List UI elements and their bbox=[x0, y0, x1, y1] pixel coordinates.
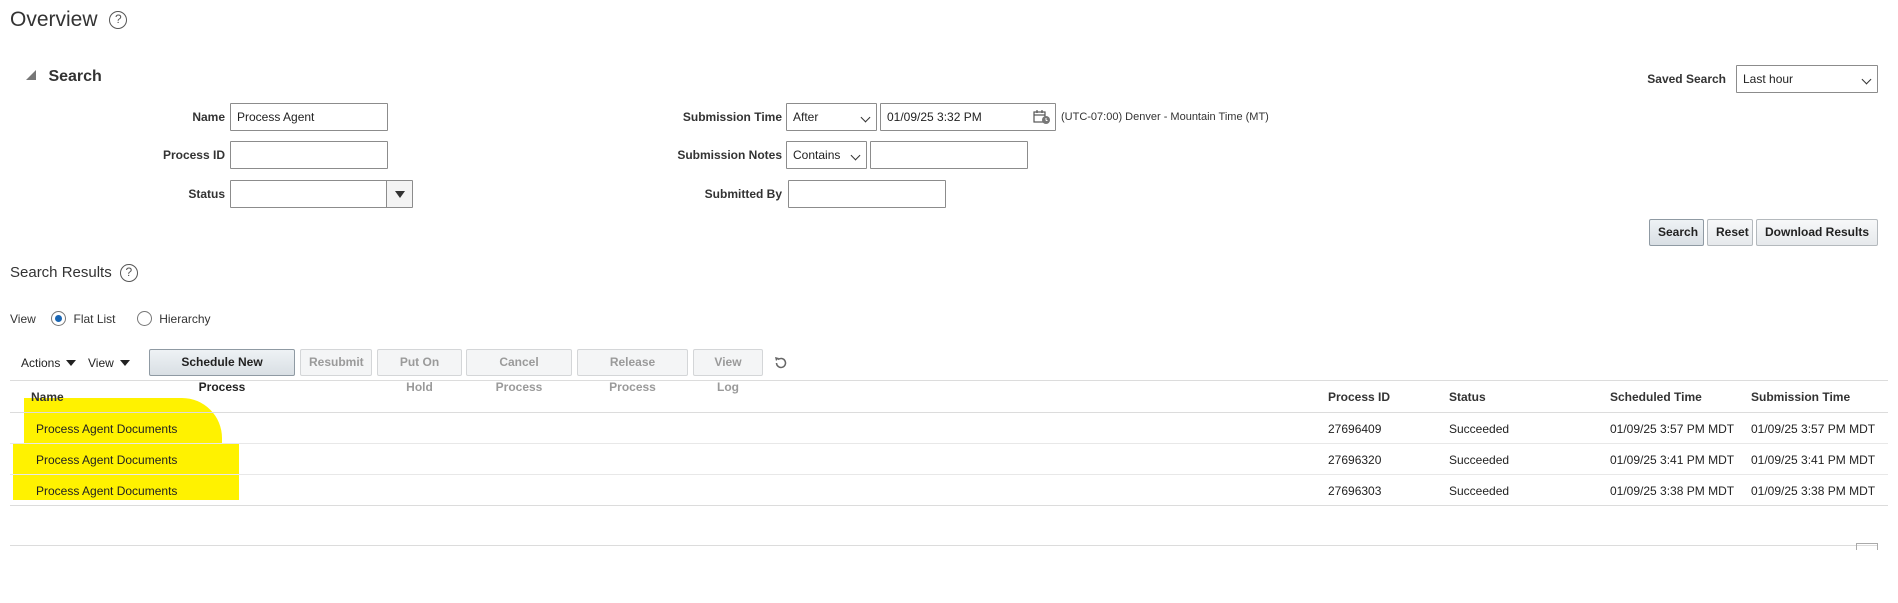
submission-time-cell: 01/09/25 3:41 PM MDT bbox=[1751, 453, 1876, 467]
put-on-hold-button[interactable]: Put On Hold bbox=[377, 349, 462, 394]
scheduled-time-cell: 01/09/25 3:41 PM MDT bbox=[1610, 453, 1735, 467]
resubmit-button[interactable]: Resubmit bbox=[300, 349, 372, 376]
table-top-border bbox=[10, 380, 1888, 381]
view-log-button[interactable]: View Log bbox=[693, 349, 763, 394]
collapse-triangle-icon[interactable] bbox=[26, 70, 36, 80]
view-mode-group: View Flat List Hierarchy bbox=[10, 311, 211, 326]
chevron-down-icon bbox=[850, 150, 861, 161]
column-header-status[interactable]: Status bbox=[1449, 390, 1486, 404]
saved-search-label: Saved Search bbox=[1647, 72, 1726, 86]
hierarchy-radio[interactable] bbox=[136, 311, 152, 326]
submitted-by-label: Submitted By bbox=[704, 187, 782, 201]
schedule-new-process-button[interactable]: Schedule New Process bbox=[149, 349, 295, 394]
submission-time-cell: 01/09/25 3:38 PM MDT bbox=[1751, 484, 1876, 498]
column-header-scheduled-time[interactable]: Scheduled Time bbox=[1610, 390, 1702, 404]
process-name-link[interactable]: Process Agent Documents bbox=[36, 453, 177, 467]
cancel-process-button[interactable]: Cancel Process bbox=[466, 349, 572, 394]
search-results-header: Search Results ? bbox=[10, 264, 138, 283]
submission-notes-input[interactable] bbox=[870, 141, 1028, 169]
table-bottom-border bbox=[10, 505, 1888, 506]
footer-divider bbox=[10, 545, 1878, 546]
flat-list-radio[interactable] bbox=[51, 311, 67, 326]
column-header-process-id[interactable]: Process ID bbox=[1328, 390, 1390, 404]
submission-notes-label: Submission Notes bbox=[677, 148, 782, 162]
page-title: Overview ? bbox=[10, 8, 128, 32]
actions-menu[interactable]: Actions bbox=[21, 356, 77, 370]
scroll-handle[interactable] bbox=[1856, 543, 1878, 550]
process-id-cell: 27696409 bbox=[1328, 422, 1382, 436]
help-icon[interactable]: ? bbox=[119, 264, 138, 283]
status-cell: Succeeded bbox=[1449, 453, 1510, 467]
scheduled-time-cell: 01/09/25 3:38 PM MDT bbox=[1610, 484, 1735, 498]
flat-list-label[interactable]: Flat List bbox=[73, 312, 115, 326]
submission-time-input[interactable]: 01/09/25 3:32 PM bbox=[880, 103, 1056, 131]
scheduled-time-cell: 01/09/25 3:57 PM MDT bbox=[1610, 422, 1735, 436]
status-dropdown-button[interactable] bbox=[386, 181, 412, 207]
process-name-link[interactable]: Process Agent Documents bbox=[36, 422, 177, 436]
chevron-down-icon bbox=[860, 112, 871, 123]
name-input[interactable]: Process Agent bbox=[230, 103, 388, 131]
column-header-submission-time[interactable]: Submission Time bbox=[1751, 390, 1850, 404]
refresh-icon[interactable] bbox=[773, 355, 789, 371]
process-id-input[interactable] bbox=[230, 141, 388, 169]
view-menu[interactable]: View bbox=[88, 356, 130, 370]
saved-search-select[interactable]: Last hour bbox=[1736, 65, 1878, 93]
table-row[interactable]: Process Agent Documents 27696409 Succeed… bbox=[10, 413, 1888, 443]
column-header-name[interactable]: Name bbox=[31, 390, 64, 404]
process-id-cell: 27696320 bbox=[1328, 453, 1382, 467]
process-id-label: Process ID bbox=[162, 148, 225, 162]
status-cell: Succeeded bbox=[1449, 484, 1510, 498]
submitted-by-input[interactable] bbox=[788, 180, 946, 208]
reset-button[interactable]: Reset bbox=[1707, 219, 1753, 246]
download-results-button[interactable]: Download Results bbox=[1756, 219, 1878, 246]
submission-notes-operator-select[interactable]: Contains bbox=[786, 141, 867, 169]
table-row[interactable]: Process Agent Documents 27696303 Succeed… bbox=[10, 475, 1888, 505]
chevron-down-icon bbox=[66, 360, 77, 366]
submission-time-label: Submission Time bbox=[682, 110, 782, 124]
process-id-cell: 27696303 bbox=[1328, 484, 1382, 498]
process-name-link[interactable]: Process Agent Documents bbox=[36, 484, 177, 498]
chevron-down-icon bbox=[119, 360, 130, 366]
help-icon[interactable]: ? bbox=[109, 11, 128, 30]
search-section-header[interactable]: Search bbox=[26, 68, 102, 86]
release-process-button[interactable]: Release Process bbox=[577, 349, 688, 394]
timezone-text: (UTC-07:00) Denver - Mountain Time (MT) bbox=[1061, 111, 1269, 123]
search-button[interactable]: Search bbox=[1649, 219, 1704, 246]
status-label: Status bbox=[188, 187, 225, 201]
submission-time-operator-select[interactable]: After bbox=[786, 103, 877, 131]
calendar-icon[interactable] bbox=[1033, 109, 1051, 125]
hierarchy-label[interactable]: Hierarchy bbox=[159, 312, 210, 326]
status-combobox[interactable] bbox=[230, 180, 413, 208]
status-cell: Succeeded bbox=[1449, 422, 1510, 436]
submission-time-cell: 01/09/25 3:57 PM MDT bbox=[1751, 422, 1876, 436]
chevron-down-icon bbox=[395, 191, 405, 198]
table-row[interactable]: Process Agent Documents 27696320 Succeed… bbox=[10, 444, 1888, 474]
chevron-down-icon bbox=[1861, 74, 1872, 85]
name-label: Name bbox=[192, 110, 225, 124]
